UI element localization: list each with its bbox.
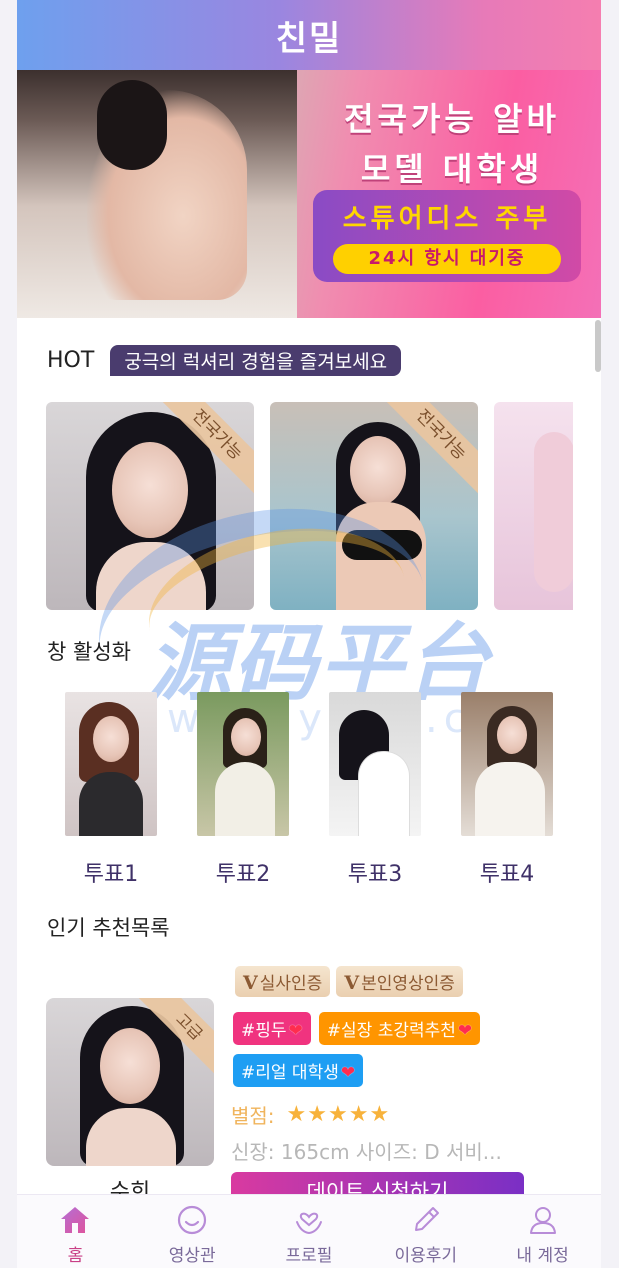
tag-text: #핑두 bbox=[241, 1021, 287, 1041]
verify-badge: V 본인영상인증 bbox=[336, 966, 463, 997]
tag-text: #리얼 대학생 bbox=[241, 1063, 339, 1083]
tag-text: #실장 초강력추천 bbox=[326, 1021, 456, 1041]
recommend-section-title: 인기 추천목록 bbox=[47, 916, 170, 940]
tag-row-1: #핑두 ❤ #실장 초강력추천 ❤ bbox=[233, 1012, 481, 1045]
vote-photo-body bbox=[475, 762, 545, 836]
vote-photo-body bbox=[215, 762, 275, 836]
vote-label: 투표1 bbox=[83, 862, 139, 887]
scrollbar[interactable] bbox=[595, 320, 601, 372]
vote-label: 투표2 bbox=[215, 862, 271, 887]
heart-icon: ❤ bbox=[288, 1021, 303, 1041]
banner-headline-2: 모델 대학생 bbox=[360, 150, 544, 188]
tab-profile[interactable]: 프로필 bbox=[251, 1195, 368, 1268]
vote-photo-face bbox=[93, 716, 129, 762]
verify-badge: V 실사인증 bbox=[235, 966, 331, 997]
vote-item-1[interactable]: 투표1 bbox=[65, 692, 157, 888]
hot-card[interactable]: 전국가능 bbox=[46, 402, 254, 610]
vote-photo-body bbox=[359, 752, 409, 836]
rating-label: 별점: bbox=[231, 1104, 275, 1128]
vote-label: 투표3 bbox=[347, 862, 403, 887]
verify-mark: V bbox=[344, 972, 360, 994]
vote-item-2[interactable]: 투표2 bbox=[197, 692, 289, 888]
smile-icon bbox=[175, 1203, 209, 1237]
tag[interactable]: #핑두 ❤ bbox=[233, 1012, 311, 1045]
tag[interactable]: #리얼 대학생 ❤ bbox=[233, 1054, 364, 1087]
rec-photo-face bbox=[100, 1028, 160, 1104]
vote-photo[interactable] bbox=[197, 692, 289, 836]
hot-header: HOT 궁극의 럭셔리 경험을 즐겨보세요 bbox=[47, 344, 402, 376]
hot-card[interactable]: 전국가능 bbox=[270, 402, 478, 610]
vote-grid: 투표1 투표2 투표3 투표4 bbox=[65, 692, 557, 887]
vote-photo-face bbox=[497, 716, 527, 754]
pen-icon bbox=[409, 1203, 443, 1237]
star-icon: ★ bbox=[348, 1102, 369, 1127]
tab-reviews[interactable]: 이용후기 bbox=[367, 1195, 484, 1268]
tab-label: 영상관 bbox=[168, 1246, 216, 1266]
tab-label: 프로필 bbox=[285, 1246, 333, 1266]
rating-row: 별점: ★ ★ ★ ★ ★ bbox=[231, 1100, 390, 1129]
card-photo-face bbox=[112, 442, 188, 538]
verify-badges: V 실사인증 V 본인영상인증 bbox=[235, 966, 463, 997]
vote-photo[interactable] bbox=[65, 692, 157, 836]
star-icon: ★ bbox=[328, 1102, 348, 1127]
tag[interactable]: #실장 초강력추천 ❤ bbox=[318, 1012, 481, 1045]
hot-carousel[interactable]: 전국가능 전국가능 bbox=[46, 402, 573, 610]
verify-mark: V bbox=[243, 972, 258, 994]
verify-text: 본인영상인증 bbox=[361, 974, 455, 994]
banner-sub-text: 스튜어디스 주부 bbox=[342, 204, 552, 234]
app-frame: 친밀 전국가능 알바 모델 대학생 스튜어디스 주부 24시 항시 대기중 HO… bbox=[17, 0, 601, 1268]
bottom-tabbar: 홈 영상관 프로필 이용후기 내 계정 bbox=[17, 1194, 601, 1268]
hot-card[interactable] bbox=[494, 402, 573, 610]
spec-text: 신장: 165cm 사이즈: D 서비... bbox=[231, 1140, 502, 1164]
app-header: 친밀 bbox=[17, 0, 601, 70]
star-icon: ★ bbox=[286, 1102, 307, 1127]
tab-video[interactable]: 영상관 bbox=[134, 1195, 251, 1268]
hot-tagline: 궁극의 럭셔리 경험을 즐겨보세요 bbox=[110, 344, 402, 376]
vote-photo[interactable] bbox=[461, 692, 553, 836]
hot-label: HOT bbox=[47, 347, 95, 373]
banner-pill: 24시 항시 대기중 bbox=[333, 244, 561, 274]
tab-label: 홈 bbox=[67, 1246, 84, 1266]
vote-item-3[interactable]: 투표3 bbox=[329, 692, 421, 888]
promo-banner[interactable]: 전국가능 알바 모델 대학생 스튜어디스 주부 24시 항시 대기중 bbox=[17, 70, 601, 318]
tab-home[interactable]: 홈 bbox=[17, 1195, 134, 1268]
tab-account[interactable]: 내 계정 bbox=[484, 1195, 601, 1268]
vote-photo-body bbox=[79, 772, 143, 836]
vote-item-4[interactable]: 투표4 bbox=[461, 692, 553, 888]
vote-photo[interactable] bbox=[329, 692, 421, 836]
card-photo-body bbox=[534, 432, 573, 592]
card-photo-top bbox=[342, 530, 422, 560]
tag-row-2: #리얼 대학생 ❤ bbox=[233, 1054, 364, 1087]
banner-photo bbox=[17, 70, 297, 318]
heart-hands-icon bbox=[292, 1203, 326, 1237]
user-icon bbox=[526, 1203, 560, 1237]
vote-photo-face bbox=[231, 718, 261, 756]
recommend-photo[interactable]: 고급 bbox=[46, 998, 214, 1166]
vote-label: 투표4 bbox=[479, 862, 535, 887]
star-icon: ★ bbox=[307, 1102, 328, 1127]
banner-headline-1: 전국가능 알바 bbox=[344, 100, 560, 138]
star-icon: ★ bbox=[369, 1102, 390, 1127]
heart-icon: ❤ bbox=[457, 1021, 473, 1041]
vote-section-title: 창 활성화 bbox=[47, 640, 131, 664]
app-title: 친밀 bbox=[275, 18, 343, 59]
banner-sub-box: 스튜어디스 주부 24시 항시 대기중 bbox=[313, 190, 581, 282]
tab-label: 내 계정 bbox=[516, 1246, 569, 1266]
home-icon bbox=[58, 1203, 92, 1237]
heart-icon: ❤ bbox=[340, 1063, 356, 1083]
card-photo-face bbox=[350, 436, 406, 506]
banner-hair bbox=[97, 80, 167, 170]
verify-text: 실사인증 bbox=[259, 974, 323, 994]
tab-label: 이용후기 bbox=[394, 1246, 458, 1266]
